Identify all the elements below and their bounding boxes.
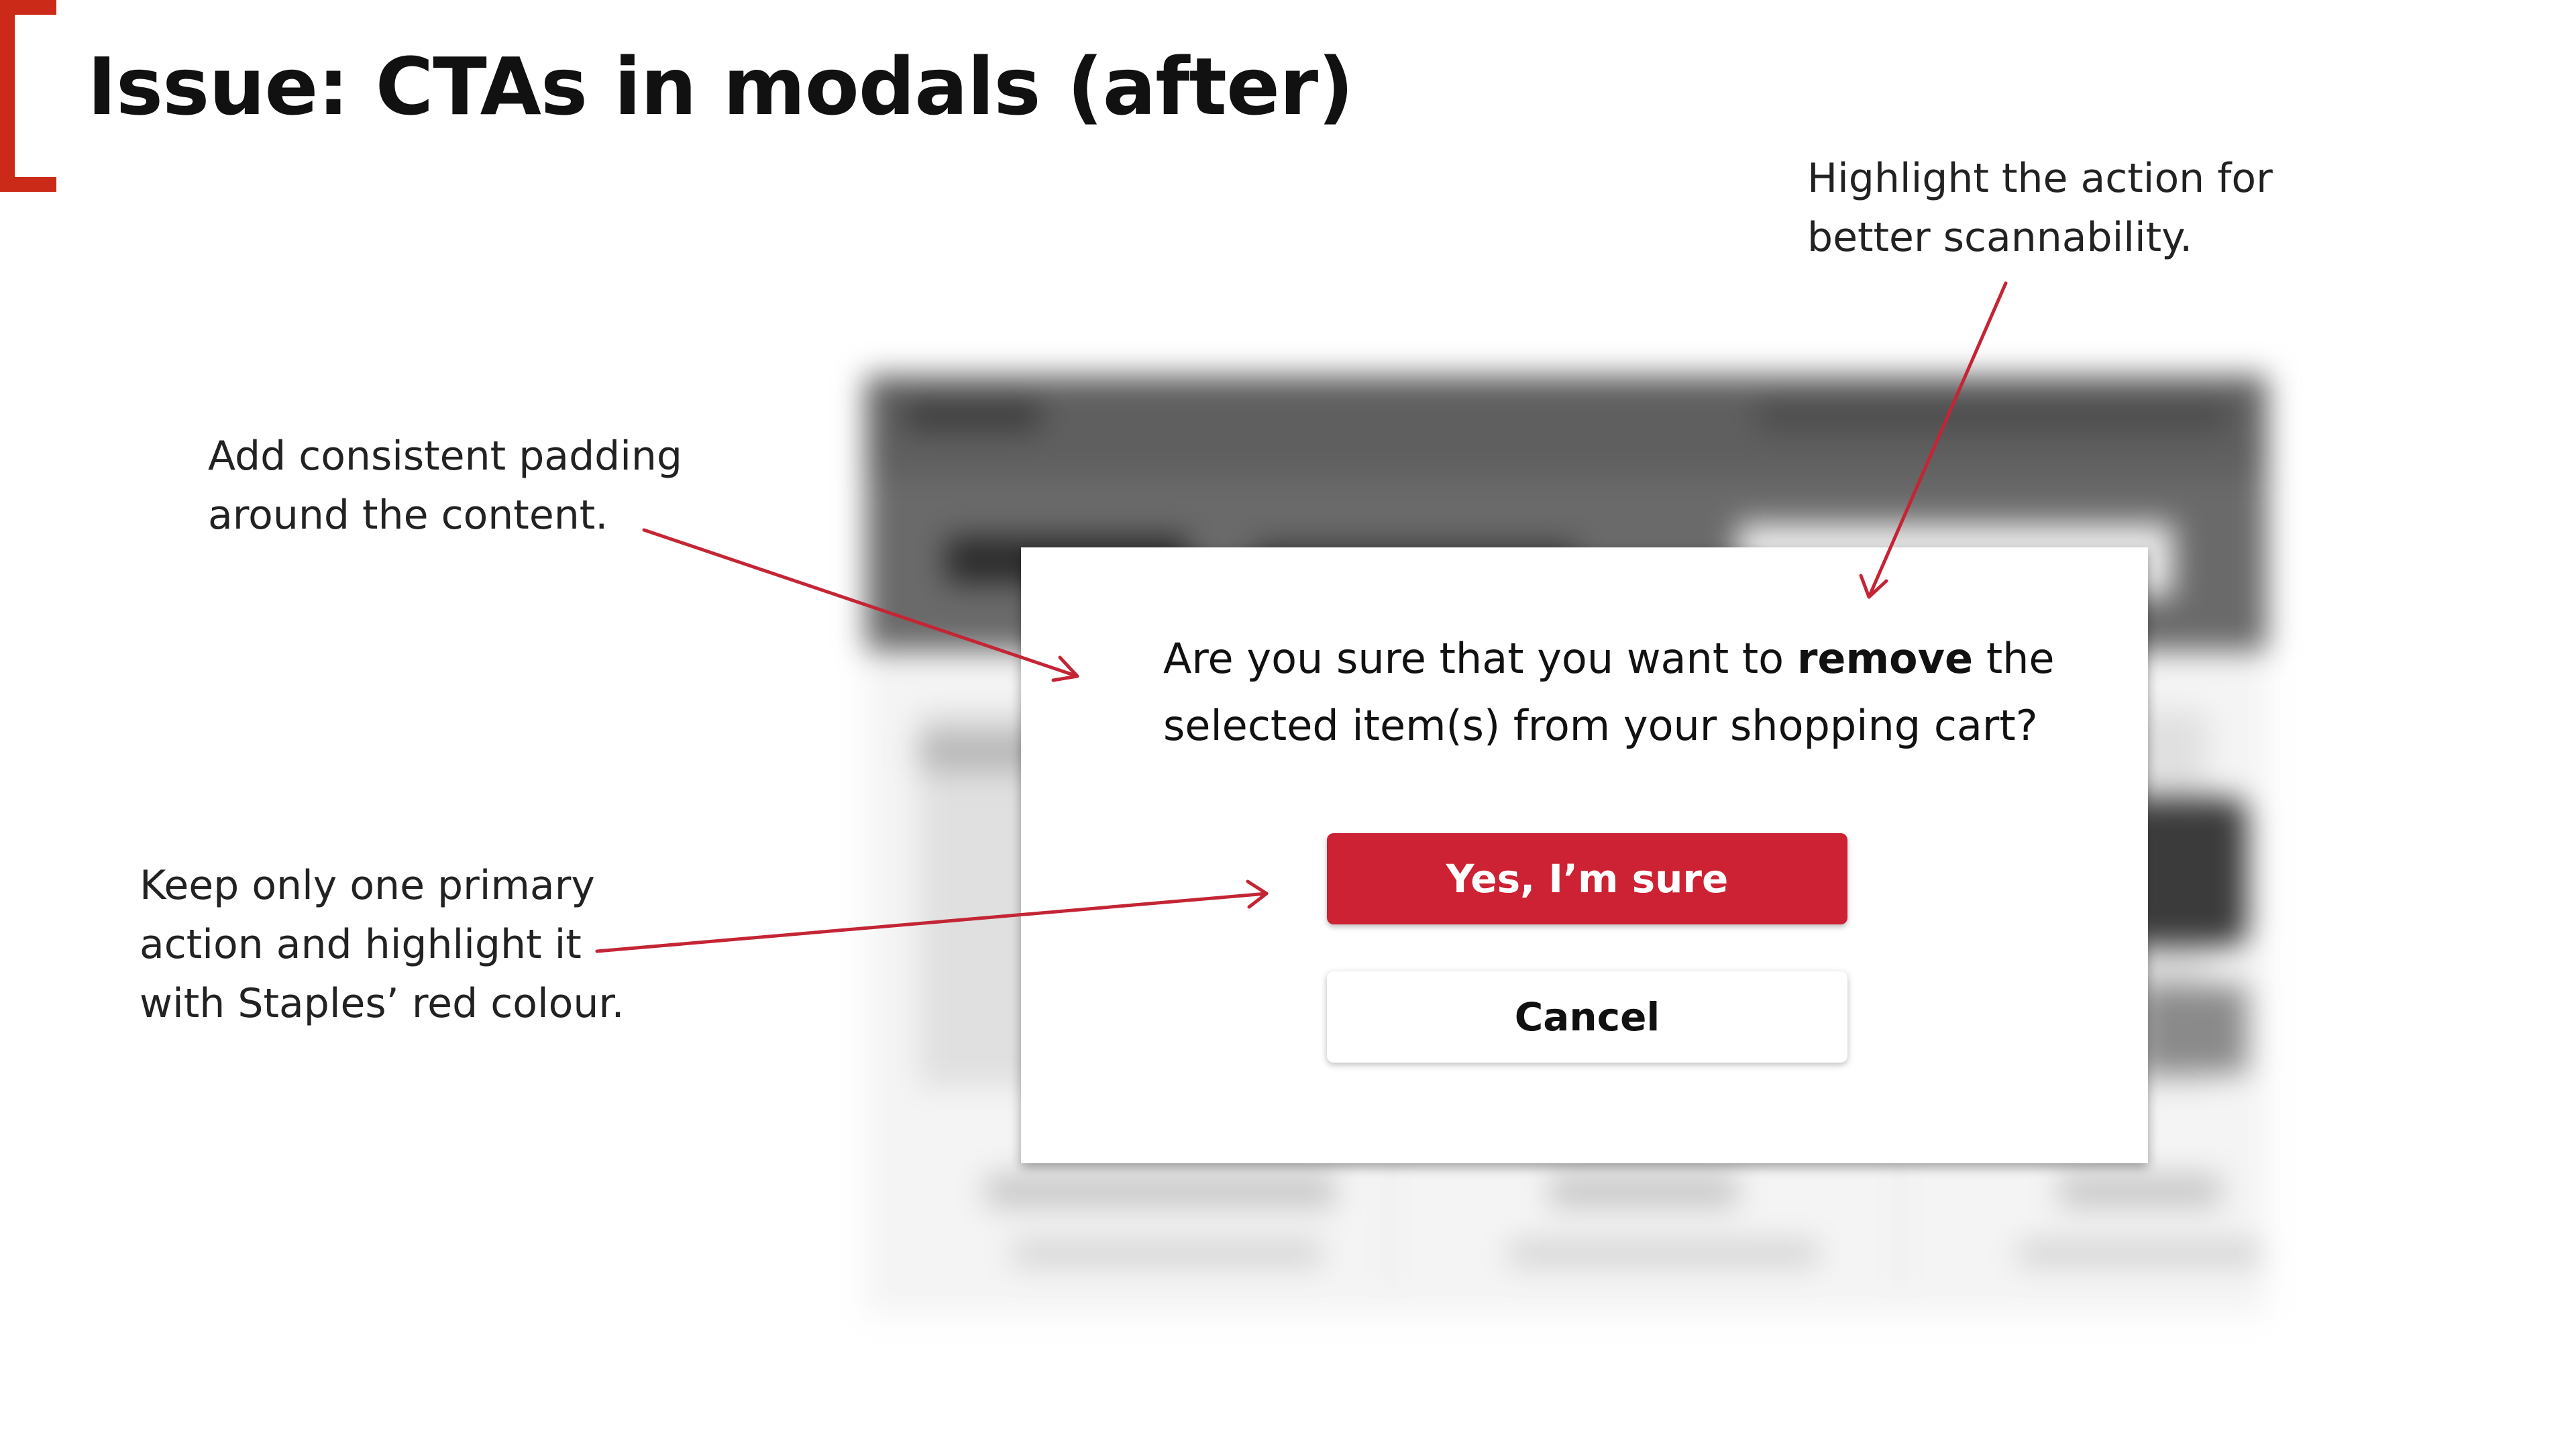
modal-message-suffix: the bbox=[1973, 634, 2055, 683]
slide-title: Issue: CTAs in modals (after) bbox=[87, 40, 1354, 133]
cancel-button[interactable]: Cancel bbox=[1327, 971, 1847, 1063]
annotation-consistent-padding: Add consistent padding around the conten… bbox=[208, 433, 683, 539]
annotation-primary-action: Keep only one primary action and highlig… bbox=[140, 862, 625, 1027]
modal-message-line-1: Are you sure that you want to remove the bbox=[1163, 625, 2055, 692]
confirm-remove-modal: Are you sure that you want to remove the… bbox=[1021, 547, 2148, 1163]
modal-message: Are you sure that you want to remove the… bbox=[1163, 625, 2055, 759]
annotation-highlight-action: Highlight the action for better scannabi… bbox=[1807, 155, 2273, 261]
bracket-top-bar bbox=[0, 0, 56, 15]
bracket-bottom-bar bbox=[0, 177, 56, 192]
modal-message-line-2: selected item(s) from your shopping cart… bbox=[1163, 701, 2038, 750]
modal-message-prefix: Are you sure that you want to bbox=[1163, 634, 1797, 683]
modal-message-emphasis: remove bbox=[1796, 634, 1974, 683]
bracket-vertical-bar bbox=[0, 0, 15, 192]
confirm-remove-button[interactable]: Yes, I’m sure bbox=[1327, 833, 1847, 924]
title-bracket-decoration bbox=[0, 0, 58, 192]
background-top-bar bbox=[865, 376, 2267, 476]
